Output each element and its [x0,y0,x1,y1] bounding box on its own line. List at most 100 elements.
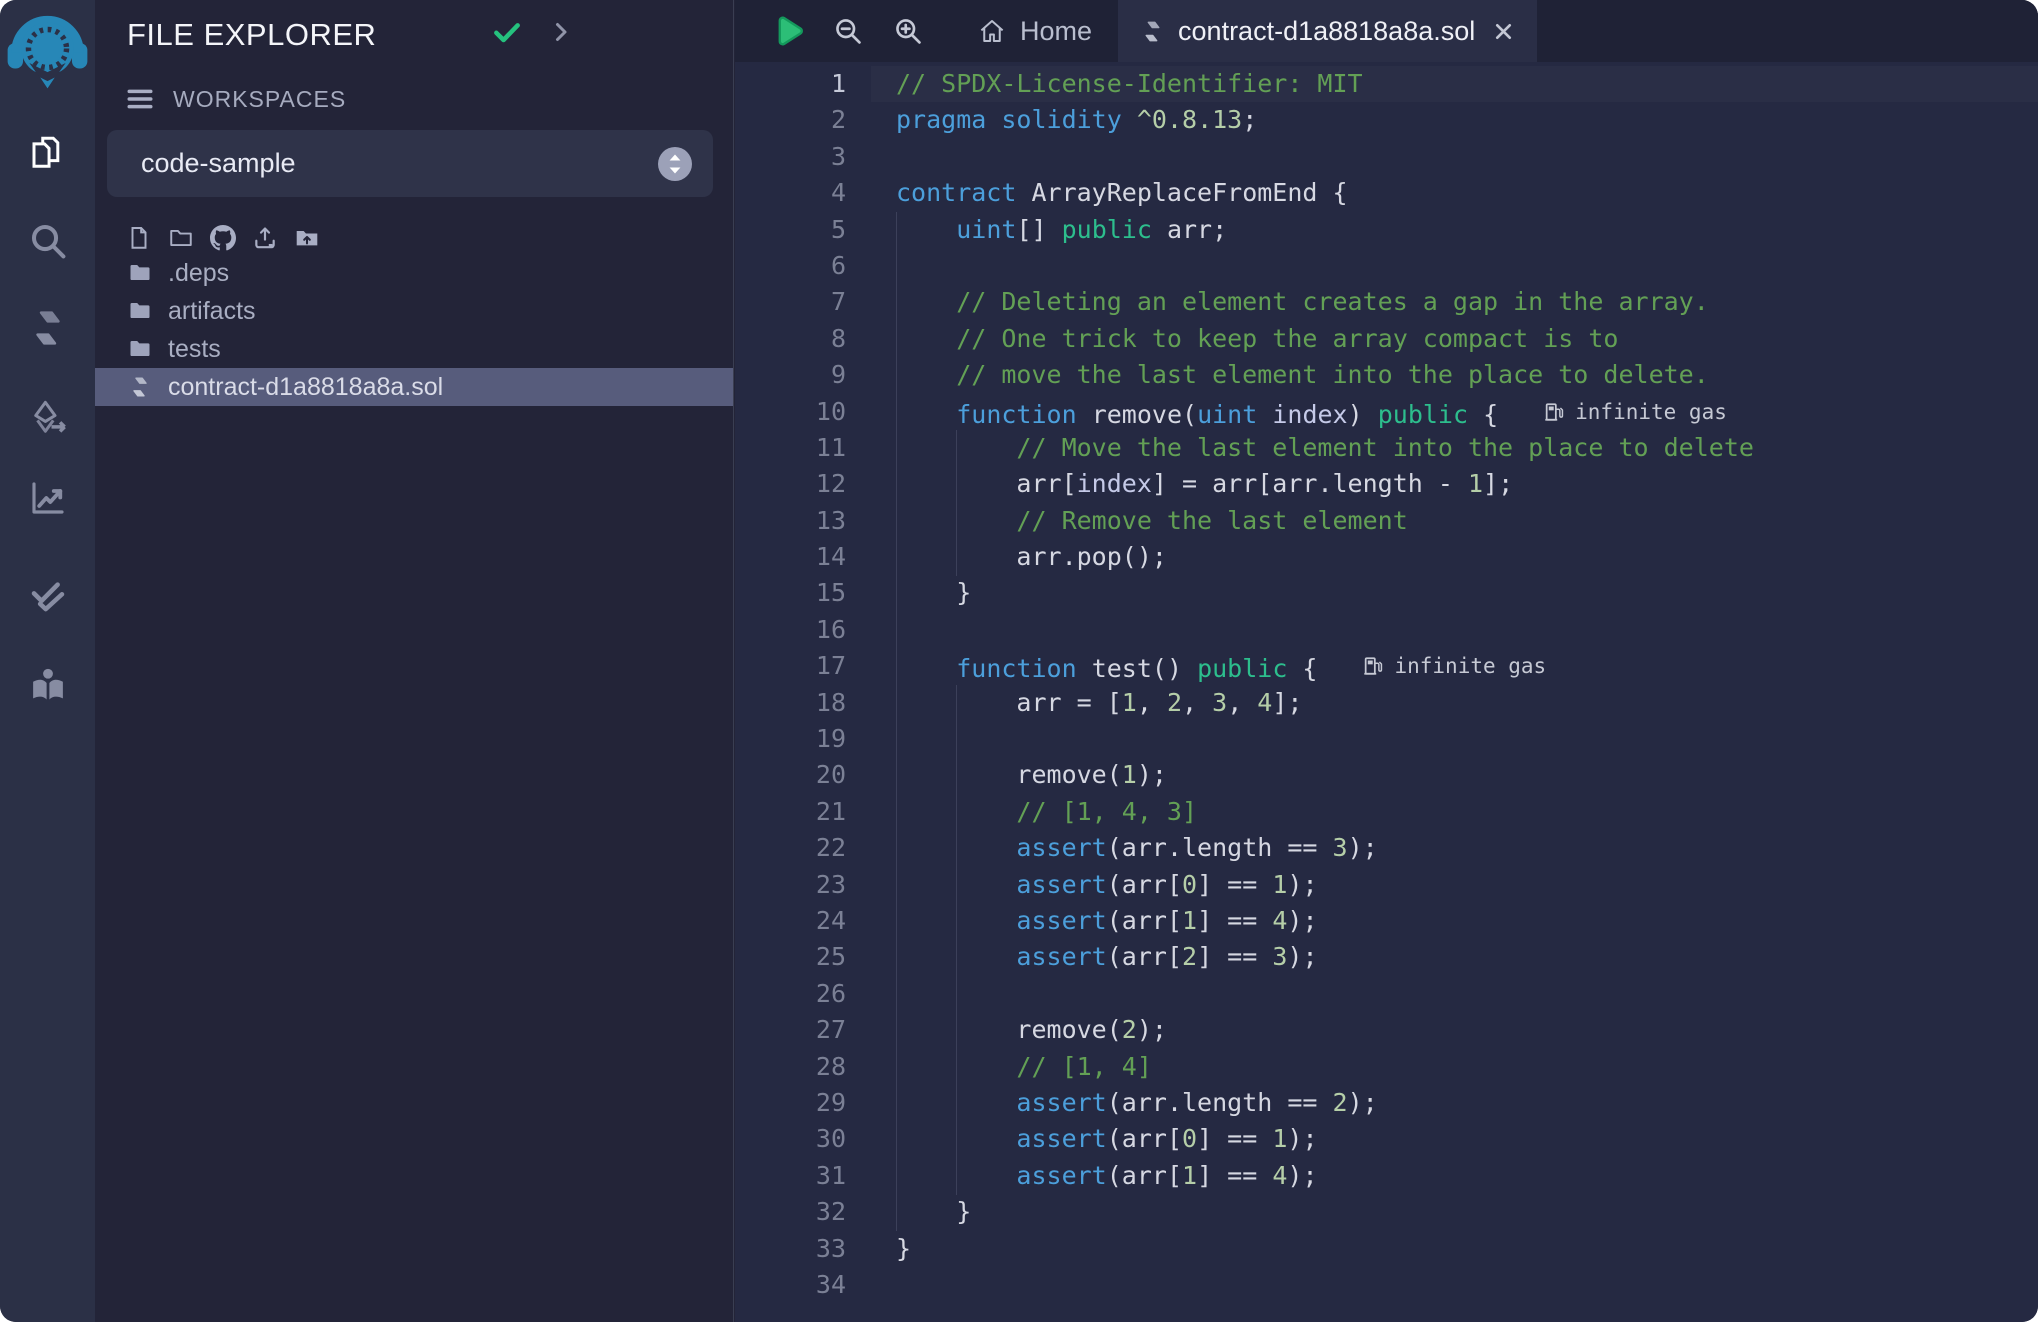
code-line-content[interactable]: // move the last element into the place … [871,357,2038,393]
code-line: 24 assert(arr[1] == 4); [735,903,2038,939]
icon-rail [0,0,95,1322]
code-line-content[interactable] [871,248,2038,284]
code-line: 11 // Move the last element into the pla… [735,430,2038,466]
code-line-content[interactable]: arr = [1, 2, 3, 4]; [871,685,2038,721]
tree-item-folder[interactable]: .deps [95,254,733,292]
tab-home[interactable]: Home [951,0,1118,62]
code-line-content[interactable]: // Remove the last element [871,503,2038,539]
panel-header: FILE EXPLORER [127,16,573,53]
line-number: 25 [735,939,871,975]
code-line-content[interactable]: } [871,1194,2038,1230]
line-number: 30 [735,1121,871,1157]
line-number: 26 [735,976,871,1012]
code-line-content[interactable]: assert(arr.length == 3); [871,830,2038,866]
unit-testing-icon[interactable] [24,572,71,619]
tree-item-label: artifacts [168,297,256,326]
line-number: 4 [735,175,871,211]
code-line: 30 assert(arr[0] == 1); [735,1121,2038,1157]
upload-folder-icon[interactable] [293,224,321,252]
line-number: 10 [735,394,871,430]
code-line: 8 // One trick to keep the array compact… [735,321,2038,357]
code-line: 32 } [735,1194,2038,1230]
remix-logo-icon[interactable] [4,2,91,94]
line-number: 1 [735,66,871,102]
line-number: 18 [735,685,871,721]
chevron-right-icon[interactable] [549,20,573,49]
indent-guide [956,430,957,576]
zoom-in-icon[interactable] [887,0,929,62]
code-line-content[interactable]: function remove(uint index) public { inf… [871,394,2038,430]
code-line-content[interactable]: assert(arr[1] == 4); [871,903,2038,939]
code-line: 13 // Remove the last element [735,503,2038,539]
tree-item-folder[interactable]: artifacts [95,292,733,330]
code-line: 28 // [1, 4] [735,1049,2038,1085]
line-number: 12 [735,466,871,502]
code-line-content[interactable]: assert(arr[1] == 4); [871,1158,2038,1194]
workspaces-menu-icon[interactable] [125,84,155,114]
line-number: 2 [735,102,871,138]
solidity-compiler-icon[interactable] [24,304,71,351]
run-script-icon[interactable] [765,0,809,62]
code-line-content[interactable]: // One trick to keep the array compact i… [871,321,2038,357]
code-line-content[interactable]: // Move the last element into the place … [871,430,2038,466]
folder-icon [127,260,153,286]
code-line-content[interactable]: // Deleting an element creates a gap in … [871,284,2038,320]
code-line-content[interactable]: assert(arr[0] == 1); [871,1121,2038,1157]
search-icon[interactable] [24,217,71,264]
folder-icon [127,298,153,324]
check-icon[interactable] [491,16,523,53]
line-number: 16 [735,612,871,648]
code-line-content[interactable]: // [1, 4] [871,1049,2038,1085]
code-line-content[interactable]: contract ArrayReplaceFromEnd { [871,175,2038,211]
line-number: 3 [735,139,871,175]
tree-item-file[interactable]: contract-d1a8818a8a.sol [95,368,733,406]
line-number: 6 [735,248,871,284]
code-line-content[interactable]: pragma solidity ^0.8.13; [871,102,2038,138]
close-tab-icon[interactable] [1492,20,1515,43]
line-number: 5 [735,212,871,248]
line-number: 22 [735,830,871,866]
line-number: 9 [735,357,871,393]
analytics-icon[interactable] [24,474,71,521]
file-explorer-icon[interactable] [24,130,71,177]
workspace-select[interactable]: code-sample [107,130,713,197]
code-line: 5 uint[] public arr; [735,212,2038,248]
code-line-content[interactable] [871,1267,2038,1303]
learneth-icon[interactable] [24,662,71,709]
line-number: 29 [735,1085,871,1121]
code-line-content[interactable] [871,721,2038,757]
code-editor[interactable]: 1// SPDX-License-Identifier: MIT2pragma … [735,62,2038,1322]
code-line-content[interactable]: } [871,1231,2038,1267]
github-icon[interactable] [209,224,237,252]
code-line-content[interactable]: } [871,575,2038,611]
workspace-selected-value: code-sample [141,148,296,179]
code-line-content[interactable] [871,612,2038,648]
code-line-content[interactable]: assert(arr[0] == 1); [871,867,2038,903]
code-line: 26 [735,976,2038,1012]
code-line-content[interactable]: function test() public { infinite gas [871,648,2038,684]
code-line-content[interactable]: arr.pop(); [871,539,2038,575]
new-folder-icon[interactable] [167,224,195,252]
workspace-select-toggle-icon [657,146,693,182]
code-line-content[interactable]: remove(2); [871,1012,2038,1048]
deploy-run-icon[interactable] [24,395,71,442]
line-number: 20 [735,757,871,793]
new-file-icon[interactable] [125,224,153,252]
zoom-out-icon[interactable] [827,0,869,62]
code-line-content[interactable]: uint[] public arr; [871,212,2038,248]
code-line-content[interactable]: // [1, 4, 3] [871,794,2038,830]
code-line-content[interactable]: remove(1); [871,757,2038,793]
code-line-content[interactable]: // SPDX-License-Identifier: MIT [871,66,2038,102]
line-number: 21 [735,794,871,830]
code-line-content[interactable]: assert(arr[2] == 3); [871,939,2038,975]
code-line-content[interactable] [871,139,2038,175]
code-line-content[interactable]: arr[index] = arr[arr.length - 1]; [871,466,2038,502]
tab-active-file[interactable]: contract-d1a8818a8a.sol [1118,0,1537,62]
file-toolbar [125,224,321,252]
line-number: 15 [735,575,871,611]
code-line-content[interactable] [871,976,2038,1012]
code-line: 27 remove(2); [735,1012,2038,1048]
tree-item-folder[interactable]: tests [95,330,733,368]
code-line-content[interactable]: assert(arr.length == 2); [871,1085,2038,1121]
upload-file-icon[interactable] [251,224,279,252]
